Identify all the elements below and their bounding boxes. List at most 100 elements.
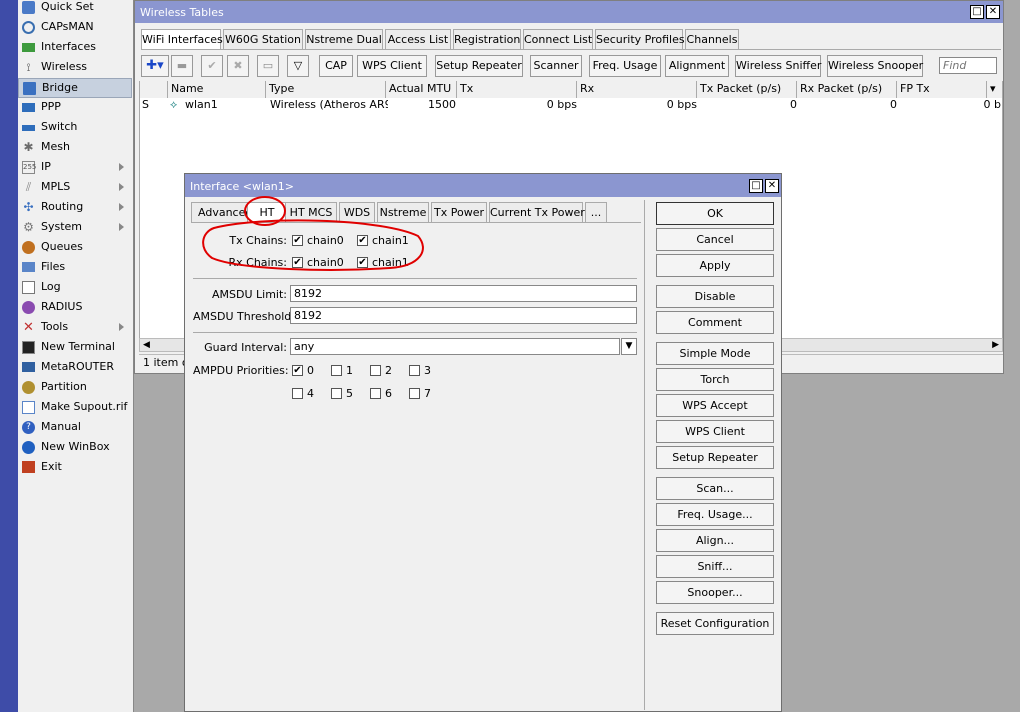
reset-configuration-button[interactable]: Reset Configuration — [656, 612, 774, 635]
amsdu-limit-field[interactable]: 8192 — [290, 285, 637, 302]
column-header-type[interactable]: Type — [266, 81, 386, 98]
apply-button[interactable]: Apply — [656, 254, 774, 277]
sidebar-item-new-terminal[interactable]: New Terminal — [18, 338, 132, 358]
guard-interval-dropdown-button[interactable]: ▼ — [621, 338, 637, 355]
align-button[interactable]: Align... — [656, 529, 774, 552]
sidebar-item-system[interactable]: ⚙ System — [18, 218, 132, 238]
wireless-sniffer-button[interactable]: Wireless Sniffer — [735, 55, 821, 77]
comment-button[interactable]: Comment — [656, 311, 774, 334]
sidebar-item-capsman[interactable]: CAPsMAN — [18, 18, 132, 38]
tab-wifi-interfaces[interactable]: WiFi Interfaces — [141, 29, 223, 50]
cap-button[interactable]: CAP — [319, 55, 353, 77]
tab-current-tx-power[interactable]: Current Tx Power — [489, 202, 585, 223]
setup-repeater-button[interactable]: Setup Repeater — [656, 446, 774, 469]
close-icon[interactable]: ✕ — [765, 179, 779, 193]
filter-button[interactable]: ▽ — [287, 55, 309, 77]
ampdu-priority-5-checkbox[interactable] — [331, 388, 342, 399]
sidebar-item-radius[interactable]: RADIUS — [18, 298, 132, 318]
ampdu-priority-1-checkbox[interactable] — [331, 365, 342, 376]
sidebar-item-make-supout[interactable]: Make Supout.rif — [18, 398, 132, 418]
sidebar-item-exit[interactable]: Exit — [18, 458, 132, 478]
scroll-left-icon[interactable]: ◀ — [143, 340, 150, 350]
sidebar-item-bridge[interactable]: Bridge — [18, 78, 132, 98]
maximize-icon[interactable]: □ — [970, 5, 984, 19]
tab-advanced[interactable]: Advanced — [191, 202, 252, 223]
tab-more[interactable]: ... — [585, 202, 607, 223]
sidebar-item-queues[interactable]: Queues — [18, 238, 132, 258]
simple-mode-button[interactable]: Simple Mode — [656, 342, 774, 365]
column-header-fp-tx[interactable]: FP Tx — [897, 81, 987, 98]
sidebar-item-ppp[interactable]: PPP — [18, 98, 132, 118]
sidebar-item-mesh[interactable]: ✱ Mesh — [18, 138, 132, 158]
sidebar-item-quick-set[interactable]: Quick Set — [18, 0, 132, 18]
sniff-button[interactable]: Sniff... — [656, 555, 774, 578]
sidebar-item-partition[interactable]: Partition — [18, 378, 132, 398]
disable-button[interactable]: ✖ — [227, 55, 249, 77]
alignment-button[interactable]: Alignment — [665, 55, 729, 77]
disable-button[interactable]: Disable — [656, 285, 774, 308]
close-icon[interactable]: ✕ — [986, 5, 1000, 19]
tab-ht-mcs[interactable]: HT MCS — [285, 202, 337, 223]
enable-button[interactable]: ✔ — [201, 55, 223, 77]
guard-interval-select[interactable]: any — [290, 338, 620, 355]
sidebar-item-wireless[interactable]: ⟟ Wireless — [18, 58, 132, 78]
ampdu-priority-0-checkbox[interactable]: ✔ — [292, 365, 303, 376]
freq-usage-button[interactable]: Freq. Usage... — [656, 503, 774, 526]
column-header-tx-packet[interactable]: Tx Packet (p/s) — [697, 81, 797, 98]
cancel-button[interactable]: Cancel — [656, 228, 774, 251]
sidebar-item-new-winbox[interactable]: New WinBox — [18, 438, 132, 458]
setup-repeater-button[interactable]: Setup Repeater — [435, 55, 523, 77]
tab-w60g-station[interactable]: W60G Station — [223, 29, 303, 50]
column-header-actual-mtu[interactable]: Actual MTU — [386, 81, 457, 98]
sidebar-item-routing[interactable]: ✣ Routing — [18, 198, 132, 218]
ampdu-priority-7-checkbox[interactable] — [409, 388, 420, 399]
sidebar-item-tools[interactable]: ✕ Tools — [18, 318, 132, 338]
sidebar-item-log[interactable]: Log — [18, 278, 132, 298]
column-header-name[interactable]: Name — [168, 81, 266, 98]
scroll-right-icon[interactable]: ▶ — [992, 340, 999, 350]
wps-client-button[interactable]: WPS Client — [357, 55, 427, 77]
scan-button[interactable]: Scan... — [656, 477, 774, 500]
column-header-flag[interactable] — [140, 81, 168, 98]
tab-wds[interactable]: WDS — [339, 202, 375, 223]
tab-access-list[interactable]: Access List — [385, 29, 451, 50]
tx-chain1-checkbox[interactable]: ✔ — [357, 235, 368, 246]
snooper-button[interactable]: Snooper... — [656, 581, 774, 604]
sidebar-item-metarouter[interactable]: MetaROUTER — [18, 358, 132, 378]
amsdu-threshold-field[interactable]: 8192 — [290, 307, 637, 324]
comment-button[interactable]: ▭ — [257, 55, 279, 77]
scanner-button[interactable]: Scanner — [530, 55, 582, 77]
table-row[interactable]: S ⟡ wlan1 Wireless (Atheros AR9... 1500 … — [140, 98, 1002, 113]
column-header-tx[interactable]: Tx — [457, 81, 577, 98]
freq-usage-button[interactable]: Freq. Usage — [589, 55, 661, 77]
tab-security-profiles[interactable]: Security Profiles — [595, 29, 685, 50]
find-input[interactable] — [939, 57, 997, 74]
ampdu-priority-6-checkbox[interactable] — [370, 388, 381, 399]
wireless-tables-titlebar[interactable]: Wireless Tables □ ✕ — [135, 1, 1003, 23]
rx-chain0-checkbox[interactable]: ✔ — [292, 257, 303, 268]
torch-button[interactable]: Torch — [656, 368, 774, 391]
add-button[interactable]: ✚▾ — [141, 55, 169, 77]
tab-ht[interactable]: HT — [247, 202, 287, 223]
wps-client-button[interactable]: WPS Client — [656, 420, 774, 443]
rx-chain1-checkbox[interactable]: ✔ — [357, 257, 368, 268]
maximize-icon[interactable]: □ — [749, 179, 763, 193]
sidebar-item-ip[interactable]: 255 IP — [18, 158, 132, 178]
tab-nstreme-dual[interactable]: Nstreme Dual — [305, 29, 383, 50]
sidebar-item-files[interactable]: Files — [18, 258, 132, 278]
tab-tx-power[interactable]: Tx Power — [431, 202, 487, 223]
ampdu-priority-4-checkbox[interactable] — [292, 388, 303, 399]
wps-accept-button[interactable]: WPS Accept — [656, 394, 774, 417]
sidebar-item-mpls[interactable]: ⫽ MPLS — [18, 178, 132, 198]
ampdu-priority-2-checkbox[interactable] — [370, 365, 381, 376]
sidebar-item-switch[interactable]: Switch — [18, 118, 132, 138]
sidebar-item-interfaces[interactable]: Interfaces — [18, 38, 132, 58]
tab-registration[interactable]: Registration — [453, 29, 521, 50]
wireless-snooper-button[interactable]: Wireless Snooper — [827, 55, 923, 77]
ampdu-priority-3-checkbox[interactable] — [409, 365, 420, 376]
tab-channels[interactable]: Channels — [685, 29, 739, 50]
tab-connect-list[interactable]: Connect List — [523, 29, 593, 50]
remove-button[interactable]: ▬ — [171, 55, 193, 77]
column-menu-button[interactable]: ▾ — [987, 81, 1002, 98]
column-header-rx-packet[interactable]: Rx Packet (p/s) — [797, 81, 897, 98]
